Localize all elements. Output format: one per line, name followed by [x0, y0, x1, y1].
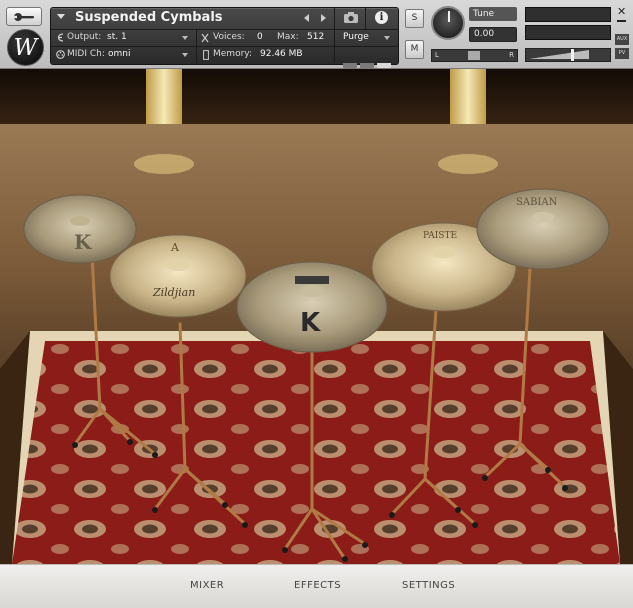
level-meter-left	[525, 7, 611, 22]
stage-illustration: K A Zildjian K PAISTE SABIAN	[0, 69, 633, 564]
level-meter-right	[525, 25, 611, 40]
output-value[interactable]: st. 1	[107, 32, 127, 42]
logo-letter: W	[13, 34, 38, 61]
divider	[196, 30, 197, 46]
midi-icon	[56, 50, 65, 59]
tune-value[interactable]: 0.00	[469, 27, 517, 42]
midi-label: MIDI Ch:	[67, 49, 105, 59]
pan-handle[interactable]	[468, 51, 480, 60]
volume-ramp	[529, 50, 589, 59]
aux-button[interactable]: AUX	[615, 34, 629, 45]
info-icon[interactable]: i	[375, 11, 388, 24]
memory-label: Memory:	[213, 49, 252, 59]
memory-icon	[203, 50, 209, 60]
cymbal-logo-4: K	[300, 308, 321, 338]
minimize-icon[interactable]	[617, 20, 626, 22]
cymbal-logo-2: A	[170, 241, 180, 254]
wrench-icon	[13, 12, 34, 21]
voices-value: 0	[257, 32, 263, 42]
divider	[334, 8, 335, 29]
pan-slider[interactable]: L R	[431, 49, 518, 62]
voices-label: Voices:	[213, 32, 245, 42]
cymbal-logo-5: PAISTE	[423, 231, 457, 241]
divider	[365, 8, 366, 29]
cymbal-logo-1: K	[74, 230, 92, 254]
pv-button[interactable]: PV	[615, 48, 629, 59]
tab-settings[interactable]: SETTINGS	[402, 580, 455, 591]
output-icon	[57, 33, 64, 42]
output-row: Output: st. 1 Voices: 0 Max: 512 Purge	[51, 29, 398, 63]
tab-effects[interactable]: EFFECTS	[294, 580, 341, 591]
midi-row: MIDI Ch: omni Memory: 92.46 MB	[51, 46, 398, 68]
bottom-tab-bar: MIXER EFFECTS SETTINGS	[0, 564, 633, 608]
cymbal-3	[236, 261, 388, 353]
max-label: Max:	[277, 32, 299, 42]
max-voices-value[interactable]: 512	[307, 32, 324, 42]
divider	[196, 47, 197, 63]
title-row: Suspended Cymbals i	[51, 8, 398, 29]
tune-label: Tune	[469, 7, 517, 21]
cymbal-logo-3: Zildjian	[152, 286, 195, 299]
memory-value: 92.46 MB	[260, 49, 303, 59]
close-icon[interactable]: ✕	[617, 5, 626, 18]
knob-indicator	[448, 11, 450, 22]
voices-icon	[201, 33, 209, 43]
chevron-down-icon[interactable]	[182, 53, 188, 57]
cymbal-logo-6: SABIAN	[516, 197, 558, 208]
wrench-button[interactable]	[6, 7, 42, 26]
tab-mixer[interactable]: MIXER	[190, 580, 224, 591]
midi-channel-value[interactable]: omni	[108, 49, 130, 59]
logo-icon: W	[7, 29, 44, 66]
tune-knob[interactable]	[431, 6, 465, 40]
volume-slider[interactable]	[525, 48, 611, 62]
next-arrow-icon[interactable]	[321, 14, 326, 22]
prev-arrow-icon[interactable]	[304, 14, 309, 22]
volume-handle[interactable]	[571, 49, 574, 61]
output-label: Output:	[67, 32, 102, 42]
camera-icon[interactable]	[344, 12, 358, 23]
menu-arrow-icon[interactable]	[57, 14, 65, 19]
solo-button[interactable]: S	[405, 9, 424, 28]
instrument-header: W Suspended Cymbals i Output: st. 1 Voic…	[0, 0, 633, 69]
chevron-down-icon[interactable]	[384, 36, 390, 40]
pan-right-label: R	[509, 51, 514, 59]
pan-left-label: L	[435, 51, 439, 59]
instrument-panel: Suspended Cymbals i Output: st. 1 Voices…	[50, 7, 399, 68]
instrument-stage: K A Zildjian K PAISTE SABIAN	[0, 69, 633, 564]
mute-button[interactable]: M	[405, 40, 424, 59]
chevron-down-icon[interactable]	[182, 36, 188, 40]
instrument-name[interactable]: Suspended Cymbals	[75, 10, 223, 25]
purge-menu[interactable]: Purge	[343, 32, 369, 42]
